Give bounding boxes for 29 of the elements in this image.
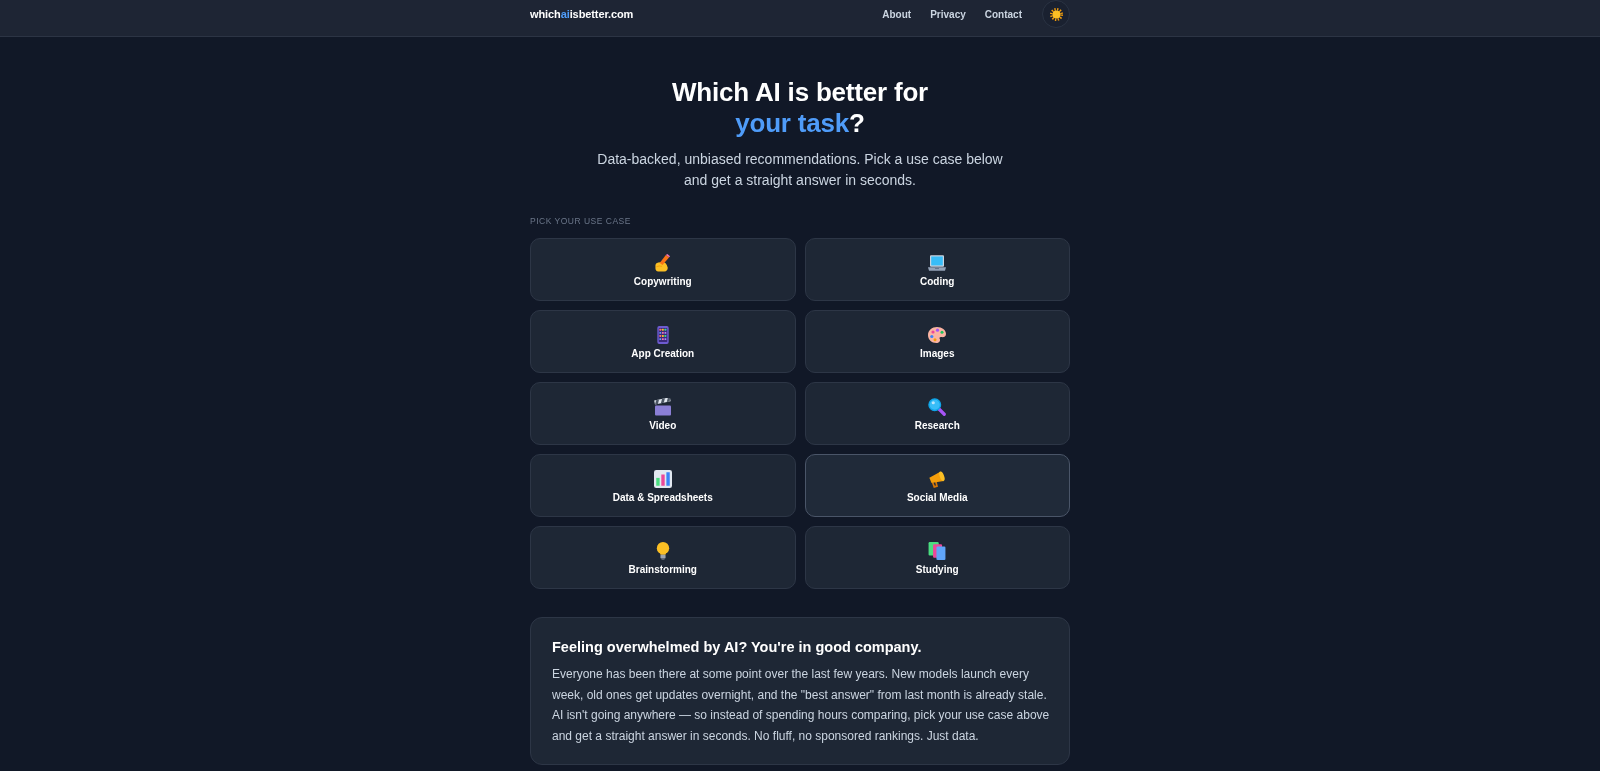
nav-link[interactable]: Contact [984,8,1022,20]
intro-title: Feeling overwhelmed by AI? You're in good company. [552,638,923,657]
magnifying-glass-icon [928,398,947,416]
nav-link[interactable]: Privacy [930,8,966,20]
use-case-card[interactable]: App Creation [530,310,796,373]
palette-icon [928,326,947,344]
megaphone-icon [928,470,947,488]
writing-hand-icon [653,254,672,272]
use-case-card[interactable]: Research [804,382,1070,445]
sun-icon [1049,7,1063,21]
section-label: PICK YOUR USE CASE [530,215,631,227]
theme-toggle-button[interactable] [1042,0,1070,28]
use-case-card[interactable]: Copywriting [530,238,796,301]
use-case-card[interactable]: Images [804,310,1070,373]
intro-text: Everyone has been there at some point over the last few years. New models launch every week, old ones get updates overnight, and the "best answer" from last month is already stale. AI isn't going anywhere — so instead of spending hours comparing, pick your use case above and get a straight answer in seconds. No fluff, no sponsored rankings. Just data. [552,666,1051,745]
use-case-card[interactable]: Studying [804,526,1070,589]
use-case-card[interactable]: Social Media [804,454,1070,517]
use-case-card[interactable]: Data & Spreadsheets [530,454,796,517]
use-case-card[interactable]: Video [530,382,796,445]
bar-chart-icon [653,470,672,488]
clapperboard-icon [653,398,672,416]
hero-title: Which AI is better for your task? [670,77,930,139]
books-icon [928,542,947,560]
use-case-card[interactable]: Coding [804,238,1070,301]
nav-link[interactable]: About [882,8,912,20]
laptop-icon [928,254,947,272]
hero-subtitle: Data-backed, unbiased recommendations. Pick a use case below and get a straight answer in seconds. [596,150,1004,190]
site-logo[interactable]: whichaiisbetter.com [530,8,634,20]
use-case-card[interactable]: Brainstorming [530,526,796,589]
